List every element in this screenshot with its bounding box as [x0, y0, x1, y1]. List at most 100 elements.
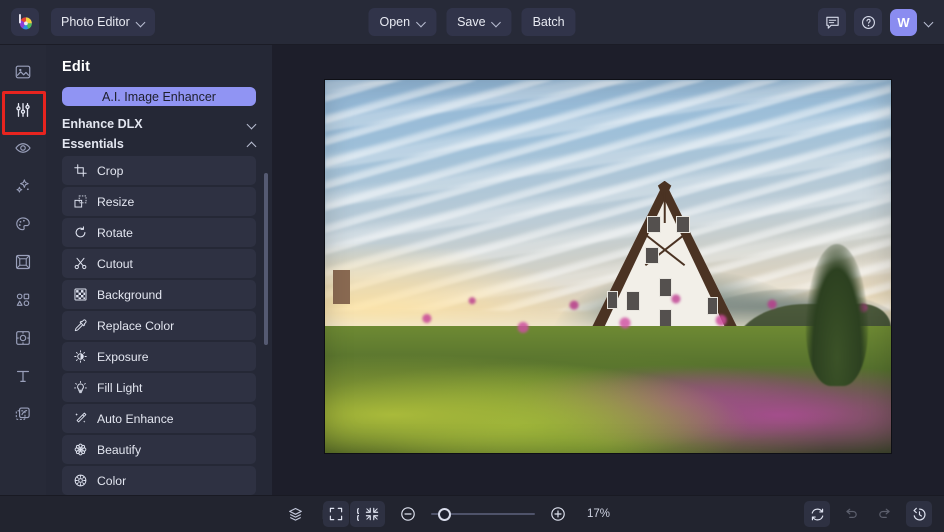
- sparkles-icon: [16, 179, 29, 193]
- layers-icon: [288, 507, 302, 521]
- crop-icon: [73, 164, 87, 178]
- tool-background[interactable]: Background: [62, 280, 256, 309]
- fit-screen-button[interactable]: [359, 501, 385, 527]
- batch-label: Batch: [532, 15, 565, 29]
- sidebar-item-transform[interactable]: [6, 323, 40, 353]
- avatar-initial: W: [897, 14, 910, 30]
- app-logo[interactable]: [11, 8, 39, 36]
- batch-button[interactable]: Batch: [521, 8, 576, 36]
- history-button[interactable]: [906, 501, 932, 527]
- sidebar-item-retouch[interactable]: [6, 133, 40, 163]
- tool-auto-enhance[interactable]: Auto Enhance: [62, 404, 256, 433]
- shapes-icon: [16, 293, 30, 307]
- section-enhance-dlx[interactable]: Enhance DLX: [62, 114, 256, 134]
- expand-icon: [329, 507, 343, 521]
- panel-scrollbar[interactable]: [264, 173, 268, 345]
- sidebar-item-layers[interactable]: [6, 399, 40, 429]
- zoom-controls: 17%: [323, 501, 621, 527]
- tool-crop-label: Crop: [97, 163, 124, 178]
- color-wheel-icon: [73, 474, 87, 488]
- zoom-level-label: 17%: [587, 508, 611, 520]
- history-icon: [912, 507, 925, 521]
- layers-button[interactable]: [282, 501, 308, 527]
- open-label: Open: [379, 15, 411, 29]
- palette-icon: [16, 217, 30, 231]
- eye-icon: [15, 143, 31, 153]
- tool-fill-light[interactable]: Fill Light: [62, 373, 256, 402]
- tool-beautify-label: Beautify: [97, 442, 142, 457]
- transform-icon: [16, 331, 30, 345]
- resize-icon: [73, 195, 87, 209]
- tool-cutout-label: Cutout: [97, 256, 133, 271]
- layers-stack-icon: [15, 407, 30, 420]
- sidebar-item-text[interactable]: [6, 361, 40, 391]
- tool-color[interactable]: Color: [62, 466, 256, 495]
- tool-exposure-label: Exposure: [97, 349, 149, 364]
- sidebar-item-paint[interactable]: [6, 209, 40, 239]
- tool-beautify[interactable]: Beautify: [62, 435, 256, 464]
- tool-cutout[interactable]: Cutout: [62, 249, 256, 278]
- sidebar-item-shapes[interactable]: [6, 285, 40, 315]
- sliders-icon: [16, 103, 30, 117]
- account-actions: W: [818, 8, 944, 36]
- tool-background-label: Background: [97, 287, 163, 302]
- help-button[interactable]: [854, 8, 882, 36]
- reset-button[interactable]: [804, 501, 830, 527]
- eyedropper-icon: [73, 319, 87, 333]
- user-avatar[interactable]: W: [890, 8, 917, 36]
- tool-rail: [0, 45, 46, 495]
- rotate-icon: [73, 226, 87, 240]
- question-circle-icon: [861, 15, 875, 29]
- essentials-tool-list: Crop Resize Rotate Cutout Background Rep…: [62, 156, 256, 495]
- feedback-button[interactable]: [818, 8, 846, 36]
- tool-resize[interactable]: Resize: [62, 187, 256, 216]
- tool-fill-light-label: Fill Light: [97, 380, 143, 395]
- app-title-dropdown[interactable]: Photo Editor: [51, 8, 155, 36]
- checkerboard-icon: [73, 288, 87, 302]
- tool-exposure[interactable]: Exposure: [62, 342, 256, 371]
- chevron-up-icon: [248, 140, 256, 148]
- edited-photo[interactable]: [325, 80, 891, 453]
- bottom-bar: 17%: [0, 495, 944, 532]
- frame-icon: [15, 254, 31, 270]
- zoom-slider[interactable]: [431, 507, 535, 521]
- magic-wand-icon: [73, 412, 87, 426]
- fullscreen-button[interactable]: [323, 501, 349, 527]
- tool-rotate[interactable]: Rotate: [62, 218, 256, 247]
- chevron-down-icon: [493, 18, 501, 26]
- undo-button[interactable]: [838, 501, 864, 527]
- chevron-down-icon: [248, 120, 256, 128]
- avatar-chevron-down-icon[interactable]: [925, 18, 933, 26]
- lightbulb-icon: [73, 381, 87, 395]
- open-button[interactable]: Open: [368, 8, 437, 36]
- comment-icon: [825, 16, 839, 29]
- save-button[interactable]: Save: [446, 8, 512, 36]
- sidebar-item-adjust[interactable]: [2, 91, 46, 135]
- save-label: Save: [457, 15, 486, 29]
- flower-icon: [73, 443, 87, 457]
- image-icon: [15, 65, 31, 79]
- text-icon: [16, 370, 30, 383]
- plus-circle-icon: [551, 507, 565, 521]
- undo-icon: [846, 508, 857, 518]
- canvas-area[interactable]: [272, 45, 944, 495]
- sidebar-item-frames[interactable]: [6, 247, 40, 277]
- minus-circle-icon: [401, 507, 415, 521]
- scissors-icon: [73, 257, 87, 271]
- tool-replace-color-label: Replace Color: [97, 318, 175, 333]
- zoom-out-button[interactable]: [395, 501, 421, 527]
- zoom-in-button[interactable]: [545, 501, 571, 527]
- redo-button[interactable]: [872, 501, 898, 527]
- sidebar-item-effects[interactable]: [6, 171, 40, 201]
- section-essentials[interactable]: Essentials: [62, 134, 256, 154]
- sidebar-item-image[interactable]: [6, 57, 40, 87]
- history-controls: [804, 501, 944, 527]
- ai-image-enhancer-button[interactable]: A.I. Image Enhancer: [62, 87, 256, 107]
- section-enhance-dlx-label: Enhance DLX: [62, 117, 143, 132]
- tool-crop[interactable]: Crop: [62, 156, 256, 185]
- edit-panel: Edit A.I. Image Enhancer Enhance DLX Ess…: [46, 45, 272, 495]
- zoom-slider-knob[interactable]: [438, 507, 452, 521]
- tool-replace-color[interactable]: Replace Color: [62, 311, 256, 340]
- top-bar: Photo Editor Open Save Batch W: [0, 0, 944, 45]
- redo-icon: [879, 508, 890, 518]
